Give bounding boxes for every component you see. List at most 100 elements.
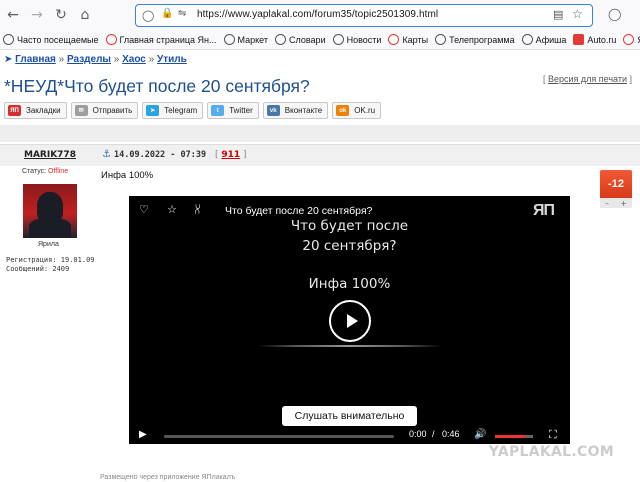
video-player[interactable]: ♡ ☆ ⩆ Что будет после 20 сентября? ЯП Чт… xyxy=(129,196,570,444)
reload-icon[interactable]: ↻ xyxy=(50,4,72,26)
globe-icon xyxy=(435,34,447,45)
share-service-icon: vk xyxy=(266,105,280,116)
breadcrumb: ➤ Главная » Разделы » Хаос » Утиль xyxy=(4,54,187,65)
heart-icon[interactable]: ♡ xyxy=(139,203,149,216)
share-button[interactable]: ✉ Отправить xyxy=(70,102,139,119)
volume-icon[interactable]: 🔊 xyxy=(474,429,486,440)
bookmark-item[interactable]: Часто посещаемые xyxy=(3,34,99,45)
site-watermark: YAPLAKAL.COM xyxy=(488,444,614,460)
rating-plus-icon[interactable]: + xyxy=(620,199,627,208)
share-button-label: Telegram xyxy=(164,106,198,115)
home-icon[interactable]: ⌂ xyxy=(74,4,96,26)
volume-slider[interactable] xyxy=(495,435,533,438)
avatar[interactable] xyxy=(23,184,77,238)
video-title: Что будет после 20 сентября? xyxy=(225,205,373,217)
video-controls: ▶ 0:00 / 0:46 🔊 ⛶ xyxy=(129,427,570,444)
bookmark-label: Афиша xyxy=(535,34,567,45)
share-icon[interactable]: ⩆ xyxy=(195,203,200,217)
globe-icon xyxy=(275,34,287,45)
bookmarks-bar: Часто посещаемые Главная страница Ян... Ма… xyxy=(0,30,640,50)
bookmark-item[interactable]: Маркет xyxy=(223,34,269,45)
share-service-icon: ✉ xyxy=(74,105,88,116)
page-content: ➤ Главная » Разделы » Хаос » Утиль *НЕУД… xyxy=(0,50,640,482)
play-button[interactable] xyxy=(329,300,371,342)
breadcrumb-junk[interactable]: Утиль xyxy=(157,54,187,65)
bookmark-label: Auto.ru xyxy=(587,34,617,45)
bookmark-label: Карты xyxy=(402,34,429,45)
bookmark-item[interactable]: Карты xyxy=(388,34,428,45)
bookmark-label: Новости xyxy=(346,34,382,45)
progress-bar[interactable] xyxy=(164,435,394,438)
print-version-link[interactable]: [ Версия для печати ] xyxy=(543,74,632,84)
video-text-line-2: 20 сентября? xyxy=(302,238,397,254)
forward-icon[interactable]: → xyxy=(26,4,48,26)
globe-icon xyxy=(223,34,235,45)
bookmark-item[interactable]: Яндекс xyxy=(623,34,640,45)
breadcrumb-chaos[interactable]: Хаос xyxy=(122,54,146,65)
map-pin-icon xyxy=(388,34,400,45)
time-separator: / xyxy=(432,429,435,439)
bookmark-item[interactable]: Телепрограмма xyxy=(435,34,515,45)
video-text-line-1: Что будет после xyxy=(290,218,409,234)
time-current: 0:00 xyxy=(409,429,427,439)
user-rank: Ярила xyxy=(38,241,59,248)
fullscreen-icon[interactable]: ⛶ xyxy=(549,429,557,442)
play-icon[interactable]: ▶ xyxy=(139,429,147,440)
video-text-line-3: Инфа 100% xyxy=(308,276,391,292)
url-text[interactable]: https://www.yaplakal.com/forum35/topic25… xyxy=(197,9,438,20)
share-button-label: Отправить xyxy=(92,106,133,115)
user-status: Статус: Offline xyxy=(22,168,69,175)
bookmark-star-icon[interactable]: ☆ xyxy=(572,7,583,21)
rating-minus-icon[interactable]: – xyxy=(605,199,609,208)
bookmark-item[interactable]: Словари xyxy=(275,34,326,45)
user-stats: Регистрация: 19.01.09 Сообщений: 2409 xyxy=(6,256,95,273)
shield-extension-icon[interactable]: ◯ xyxy=(608,7,621,21)
lock-icon[interactable]: 🔒 xyxy=(161,8,173,19)
audio-waveform xyxy=(257,345,442,347)
globe-icon xyxy=(521,34,533,45)
share-button-label: Закладки xyxy=(26,106,61,115)
post-username[interactable]: MARIK778 xyxy=(24,150,76,160)
share-button[interactable]: t Twitter xyxy=(207,102,259,119)
reader-view-icon[interactable]: ▤ xyxy=(553,8,563,21)
post-date: 14.09.2022 - 07:39 xyxy=(114,150,207,160)
back-icon[interactable]: ← xyxy=(2,4,24,26)
time-total: 0:46 xyxy=(442,429,460,439)
breadcrumb-sections[interactable]: Разделы xyxy=(67,54,111,65)
bookmark-item[interactable]: Auto.ru xyxy=(573,34,616,45)
shield-icon[interactable]: ◯ xyxy=(142,9,154,22)
star-icon[interactable]: ☆ xyxy=(167,203,177,216)
post-number-link[interactable]: 911 xyxy=(221,150,240,160)
yandex-icon xyxy=(105,34,117,45)
yandex-icon xyxy=(623,34,635,45)
auto-icon xyxy=(573,34,585,45)
share-service-icon: t xyxy=(211,105,225,116)
divider-strip xyxy=(0,125,640,142)
post-number: [ 911 ] xyxy=(215,150,247,160)
share-button[interactable]: vk Вконтакте xyxy=(262,102,329,119)
bookmark-label: Часто посещаемые xyxy=(17,34,99,45)
gear-icon xyxy=(3,34,14,45)
bookmark-label: Маркет xyxy=(237,34,269,45)
share-button[interactable]: ЯП Закладки xyxy=(4,102,67,119)
bookmark-item[interactable]: Афиша xyxy=(521,34,567,45)
share-service-icon: ЯП xyxy=(8,105,21,116)
breadcrumb-arrow-icon: ➤ xyxy=(4,54,13,65)
rating-value: -12 xyxy=(600,170,632,198)
bookmark-item[interactable]: Новости xyxy=(332,34,382,45)
listen-button[interactable]: Слушать внимательно xyxy=(282,406,417,426)
bookmark-label: Телепрограмма xyxy=(449,34,515,45)
permissions-icon[interactable]: ⇋ xyxy=(178,8,186,19)
share-button[interactable]: ok OK.ru xyxy=(332,102,382,119)
share-button-label: Twitter xyxy=(229,106,253,115)
browser-toolbar: ← → ↻ ⌂ ◯ 🔒 ⇋ https://www.yaplakal.com/f… xyxy=(0,0,640,30)
anchor-icon[interactable]: ⚓ xyxy=(102,149,111,160)
share-button[interactable]: ➤ Telegram xyxy=(142,102,204,119)
post-header: MARIK778 ⚓ 14.09.2022 - 07:39 [ 911 ] xyxy=(0,144,640,166)
bookmark-item[interactable]: Главная страница Ян... xyxy=(105,34,217,45)
breadcrumb-home[interactable]: Главная xyxy=(15,54,56,65)
page-title: *НЕУД*Что будет после 20 сентября? xyxy=(4,76,310,96)
url-bar[interactable]: ◯ 🔒 ⇋ https://www.yaplakal.com/forum35/t… xyxy=(135,4,593,27)
share-button-label: Вконтакте xyxy=(284,106,323,115)
share-buttons: ЯП Закладки ✉ Отправить ➤ Telegram t Twitter vk В… xyxy=(4,102,385,119)
